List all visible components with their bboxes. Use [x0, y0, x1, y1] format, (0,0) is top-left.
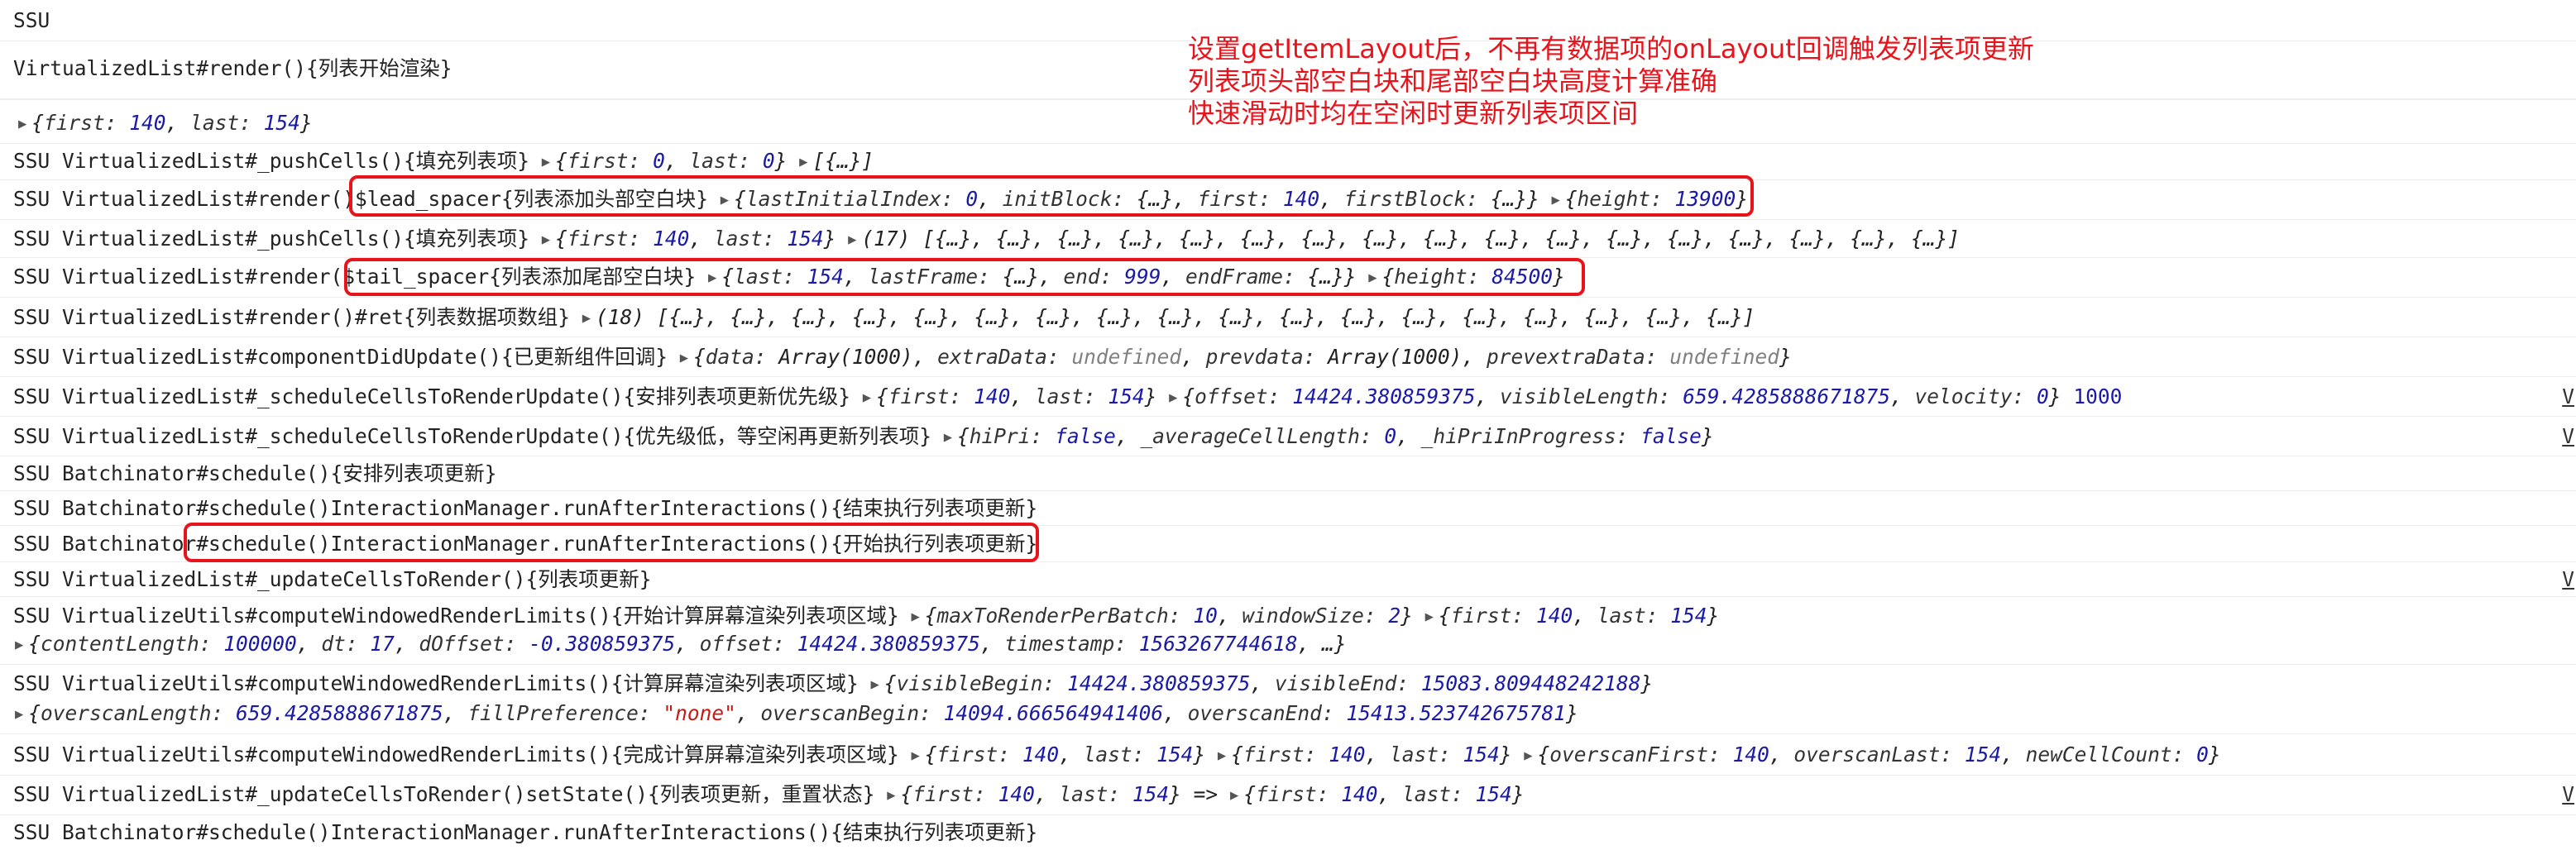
console-row: SSU VirtualizedList#_updateCellsToRender… — [0, 562, 2576, 597]
source-link[interactable]: V — [2562, 424, 2574, 448]
console-row: SSU VirtualizeUtils#computeWindowedRende… — [0, 665, 2576, 734]
expand-triangle-icon[interactable]: ▶ — [542, 232, 550, 248]
source-link[interactable]: V — [2562, 782, 2574, 806]
run-after-interactions-highlight — [184, 523, 1039, 562]
log-object[interactable]: ▶ {first: 140, last: 154} — [18, 111, 313, 138]
log-text: SSU VirtualizeUtils#computeWindowedRende… — [13, 604, 1720, 628]
expand-triangle-icon[interactable]: ▶ — [1524, 747, 1532, 764]
console-row: SSU VirtualizeUtils#computeWindowedRende… — [0, 734, 2576, 776]
log-object[interactable]: ▶ {overscanLength: 659.4285888671875, fil… — [15, 701, 1578, 728]
log-object[interactable]: ▶ {contentLength: 100000, dt: 17, dOffset… — [15, 632, 1347, 659]
expand-triangle-icon[interactable]: ▶ — [1230, 787, 1238, 804]
console-row: SSU VirtualizedList#_scheduleCellsToRend… — [0, 377, 2576, 417]
log-text: SSU VirtualizedList#_updateCellsToRender… — [13, 782, 1525, 806]
expand-triangle-icon[interactable]: ▶ — [848, 232, 856, 248]
expand-triangle-icon[interactable]: ▶ — [871, 676, 879, 693]
log-text: SSU VirtualizedList#_pushCells(){填充列表项} … — [13, 149, 874, 173]
expand-triangle-icon[interactable]: ▶ — [1425, 609, 1434, 625]
log-text: SSU VirtualizedList#render()#ret{列表数据项数组… — [13, 305, 1755, 329]
log-text: SSU Batchinator#schedule()InteractionMan… — [13, 820, 1038, 844]
log-text: SSU Batchinator#schedule(){安排列表项更新} — [13, 461, 497, 485]
console-row: SSU VirtualizedList#_updateCellsToRender… — [0, 776, 2576, 815]
log-text: SSU VirtualizeUtils#computeWindowedRende… — [13, 671, 1654, 695]
expand-triangle-icon[interactable]: ▶ — [799, 154, 807, 170]
expand-triangle-icon[interactable]: ▶ — [912, 609, 920, 625]
expand-triangle-icon[interactable]: ▶ — [1218, 747, 1226, 764]
expand-triangle-icon[interactable]: ▶ — [1169, 389, 1177, 406]
expand-triangle-icon[interactable]: ▶ — [18, 116, 26, 132]
expand-triangle-icon[interactable]: ▶ — [887, 787, 895, 804]
log-text: SSU VirtualizeUtils#computeWindowedRende… — [13, 743, 2221, 766]
console-row: SSU VirtualizedList#componentDidUpdate()… — [0, 337, 2576, 377]
console-row: SSU Batchinator#schedule()InteractionMan… — [0, 491, 2576, 526]
console-row: SSU VirtualizeUtils#computeWindowedRende… — [0, 597, 2576, 665]
expand-triangle-icon[interactable]: ▶ — [680, 350, 688, 366]
expand-triangle-icon[interactable]: ▶ — [944, 429, 952, 446]
expand-triangle-icon[interactable]: ▶ — [15, 706, 23, 723]
expand-triangle-icon[interactable]: ▶ — [582, 310, 591, 327]
log-text: VirtualizedList#render(){列表开始渲染} — [13, 56, 452, 80]
annotation-note: 设置getItemLayout后，不再有数据项的onLayout回调触发列表项更… — [1188, 33, 2034, 130]
tail-spacer-highlight — [344, 258, 1585, 296]
expand-triangle-icon[interactable]: ▶ — [863, 389, 871, 406]
console-row: SSU Batchinator#schedule(){安排列表项更新} — [0, 456, 2576, 491]
log-text: SSU — [13, 8, 50, 32]
console-row: SSU VirtualizedList#_scheduleCellsToRend… — [0, 417, 2576, 456]
log-text: SSU VirtualizedList#_scheduleCellsToRend… — [13, 424, 1714, 448]
console-row: SSU VirtualizedList#_pushCells(){填充列表项} … — [0, 220, 2576, 258]
source-link[interactable]: V — [2562, 384, 2574, 408]
log-text: SSU VirtualizedList#componentDidUpdate()… — [13, 345, 1792, 369]
expand-triangle-icon[interactable]: ▶ — [912, 747, 920, 764]
annotation-line: 设置getItemLayout后，不再有数据项的onLayout回调触发列表项更… — [1188, 33, 2034, 64]
annotation-line: 快速滑动时均在空闲时更新列表项区间 — [1188, 98, 1639, 129]
console-row: SSU VirtualizedList#render()#ret{列表数据项数组… — [0, 298, 2576, 337]
lead-spacer-highlight — [349, 175, 1754, 217]
expand-triangle-icon[interactable]: ▶ — [542, 154, 550, 170]
log-text: SSU VirtualizedList#_pushCells(){填充列表项} … — [13, 227, 1960, 251]
log-text: SSU VirtualizedList#_scheduleCellsToRend… — [13, 384, 2123, 408]
expand-triangle-icon[interactable]: ▶ — [15, 637, 23, 653]
log-text: SSU VirtualizedList#_updateCellsToRender… — [13, 567, 652, 591]
annotation-line: 列表项头部空白块和尾部空白块高度计算准确 — [1188, 65, 1718, 97]
console-row: SSU Batchinator#schedule()InteractionMan… — [0, 815, 2576, 850]
source-link[interactable]: V — [2562, 567, 2574, 591]
log-text: SSU Batchinator#schedule()InteractionMan… — [13, 496, 1038, 520]
